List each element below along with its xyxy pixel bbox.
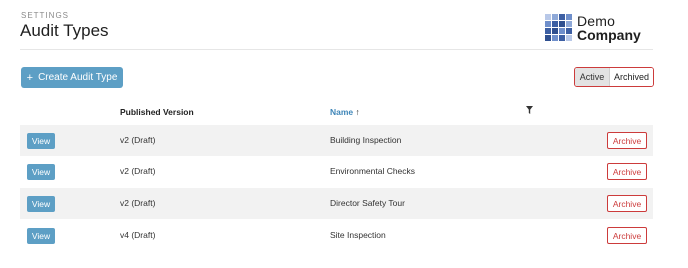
archive-button[interactable]: Archive bbox=[607, 227, 647, 244]
logo-line-2: Company bbox=[577, 27, 641, 43]
table-row: View v2 (Draft) Building Inspection Arch… bbox=[20, 125, 653, 156]
view-button[interactable]: View bbox=[27, 133, 55, 149]
archive-button[interactable]: Archive bbox=[607, 132, 647, 149]
plus-icon: + bbox=[26, 71, 34, 84]
published-version-cell: v2 (Draft) bbox=[120, 166, 156, 176]
company-logo: Demo Company bbox=[545, 14, 655, 42]
published-version-cell: v4 (Draft) bbox=[120, 230, 156, 240]
toggle-active[interactable]: Active bbox=[575, 68, 610, 86]
name-cell: Director Safety Tour bbox=[330, 198, 405, 208]
table-row: View v2 (Draft) Environmental Checks Arc… bbox=[20, 156, 653, 187]
name-cell: Building Inspection bbox=[330, 135, 402, 145]
published-version-cell: v2 (Draft) bbox=[120, 135, 156, 145]
toggle-archived[interactable]: Archived bbox=[610, 68, 653, 86]
name-cell: Site Inspection bbox=[330, 230, 386, 240]
logo-line-1: Demo bbox=[577, 13, 616, 29]
column-header-name[interactable]: Name ↑ bbox=[330, 107, 360, 117]
view-button[interactable]: View bbox=[27, 164, 55, 180]
header-divider bbox=[20, 49, 653, 50]
filter-icon[interactable] bbox=[526, 106, 533, 114]
column-header-published-version: Published Version bbox=[120, 107, 194, 117]
view-button[interactable]: View bbox=[27, 228, 55, 244]
archive-button[interactable]: Archive bbox=[607, 195, 647, 212]
published-version-cell: v2 (Draft) bbox=[120, 198, 156, 208]
create-audit-type-label: Create Audit Type bbox=[38, 72, 118, 83]
logo-mark-icon bbox=[545, 14, 572, 41]
table-row: View v4 (Draft) Site Inspection Archive bbox=[20, 220, 653, 251]
column-header-name-label: Name bbox=[330, 107, 354, 117]
create-audit-type-button[interactable]: + Create Audit Type bbox=[21, 67, 123, 88]
page-eyebrow: SETTINGS bbox=[21, 11, 70, 20]
status-toggle: Active Archived bbox=[574, 67, 654, 87]
table-row: View v2 (Draft) Director Safety Tour Arc… bbox=[20, 188, 653, 219]
arrow-up-icon: ↑ bbox=[355, 107, 360, 117]
page-title: Audit Types bbox=[20, 21, 109, 40]
archive-button[interactable]: Archive bbox=[607, 163, 647, 180]
name-cell: Environmental Checks bbox=[330, 166, 416, 176]
view-button[interactable]: View bbox=[27, 196, 55, 212]
